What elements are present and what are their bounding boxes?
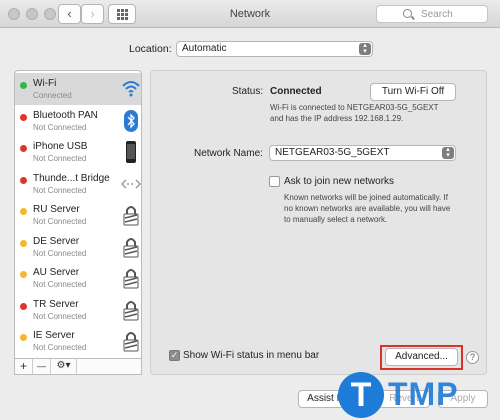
status-description-line2: and has the IP address 192.168.1.29. [270,114,404,123]
network-name-value: NETGEAR03-5G_5GEXT [275,147,390,158]
chevron-updown-icon: ▴ ▾ [442,146,454,159]
status-dot [20,176,27,184]
vpn-lock-icon [123,206,139,226]
service-name: iPhone USB [33,141,88,152]
service-list-toolbar: + — ⚙▾ [14,358,142,375]
iphone-icon [126,141,136,163]
service-name: TR Server [33,298,79,310]
service-ie-server[interactable]: IE Server Not Connected [15,325,141,357]
checkmark-icon: ✓ [170,350,179,360]
service-list[interactable]: Wi-Fi Connected Bluetooth PAN Not Connec… [14,70,142,360]
ask-to-join-help-line1: Known networks will be joined automatica… [284,193,448,202]
service-name: DE Server [33,235,80,247]
service-au-server[interactable]: AU Server Not Connected [15,262,141,294]
service-bluetooth-pan[interactable]: Bluetooth PAN Not Connected [15,105,141,137]
vpn-lock-icon [123,300,139,320]
ask-to-join-checkbox[interactable] [269,176,280,187]
minus-icon: — [37,361,46,371]
chevron-updown-icon: ▴ ▾ [359,42,371,55]
ask-to-join-help-line3: to manually select a network. [284,215,388,224]
title-bar: ‹ › Network Search [0,0,500,28]
thunderbolt-bridge-icon [121,178,141,189]
service-name: RU Server [33,204,80,215]
bluetooth-icon [124,109,138,132]
service-de-server[interactable]: DE Server Not Connected [15,231,141,263]
network-name-label: Network Name: [194,148,263,159]
location-label: Location: [129,43,172,55]
status-dot [20,302,27,310]
status-dot [20,239,27,247]
service-tr-server[interactable]: TR Server Not Connected [15,294,141,326]
status-value: Connected [270,86,322,97]
service-status: Not Connected [33,343,87,352]
advanced-highlight-box [380,345,463,370]
service-status: Not Connected [33,311,87,321]
service-thunderbolt-bridge[interactable]: Thunde...t Bridge Not Connected [15,168,141,200]
service-status: Connected [33,91,72,100]
show-wifi-status-checkbox[interactable]: ✓ [169,350,180,361]
vpn-lock-icon [123,237,139,257]
watermark-text: TMP [388,376,459,412]
service-name: Wi-Fi [33,78,57,89]
service-status: Not Connected [33,248,87,258]
status-dot [20,334,27,341]
status-dot [20,208,27,215]
gear-icon: ⚙▾ [56,360,71,371]
plus-icon: + [19,359,27,373]
service-name: IE Server [33,330,75,341]
status-dot [20,82,27,89]
location-value: Automatic [182,43,227,54]
add-service-button[interactable]: + [15,359,33,374]
watermark-letter: T [338,372,384,418]
status-dot [20,145,27,152]
service-status: Not Connected [33,280,87,289]
wifi-icon [122,81,140,97]
status-dot [20,113,27,121]
help-button[interactable]: ? [466,351,479,364]
service-name: AU Server [33,267,80,278]
location-select[interactable]: Automatic ▴ ▾ [176,41,373,57]
search-input[interactable]: Search [376,5,488,23]
service-status: Not Connected [33,154,87,163]
service-name: Bluetooth PAN [33,109,98,121]
search-icon [403,9,412,18]
status-description-line1: Wi-Fi is connected to NETGEAR03-5G_5GEXT [270,103,439,112]
turn-wifi-off-button[interactable]: Turn Wi-Fi Off [370,83,456,101]
service-status: Not Connected [33,217,87,226]
ask-to-join-label: Ask to join new networks [284,176,395,187]
service-iphone-usb[interactable]: iPhone USB Not Connected [15,136,141,168]
ask-to-join-help-line2: no known networks are available, you wil… [284,204,451,213]
service-wifi[interactable]: Wi-Fi Connected [15,73,141,105]
status-label: Status: [232,86,264,97]
service-ru-server[interactable]: RU Server Not Connected [15,199,141,231]
service-status: Not Connected [33,185,87,195]
vpn-lock-icon [123,269,139,289]
network-name-select[interactable]: NETGEAR03-5G_5GEXT ▴ ▾ [269,145,456,161]
search-placeholder: Search [421,9,453,20]
watermark-logo: T TMP [338,370,488,420]
service-status: Not Connected [33,122,87,132]
service-actions-button[interactable]: ⚙▾ [51,359,77,374]
vpn-lock-icon [123,332,139,352]
status-dot [20,271,27,278]
show-wifi-status-label: Show Wi-Fi status in menu bar [183,350,320,361]
service-name: Thunde...t Bridge [33,172,110,184]
remove-service-button[interactable]: — [33,359,51,374]
